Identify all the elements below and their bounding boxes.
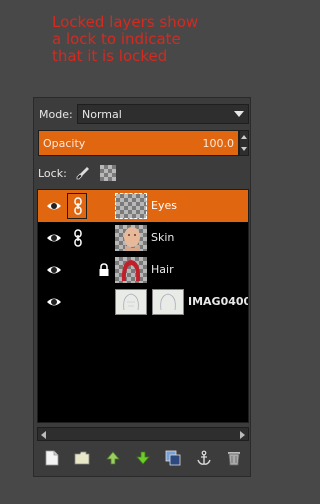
opacity-value: 100.0 [202, 136, 235, 150]
new-layer-icon [45, 450, 59, 466]
chevron-down-icon [234, 111, 244, 117]
delete-layer-button[interactable] [224, 448, 244, 468]
lower-layer-icon [136, 451, 150, 465]
face-sketch-icon [124, 227, 140, 251]
layer-name[interactable]: Skin [151, 231, 174, 244]
new-layer-group-button[interactable] [72, 448, 92, 468]
layer-name[interactable]: Eyes [151, 199, 177, 212]
scroll-left-icon[interactable] [41, 431, 46, 439]
opacity-label: Opacity [43, 136, 86, 150]
spin-down-icon[interactable] [241, 147, 247, 151]
scroll-right-icon[interactable] [240, 431, 245, 439]
lock-icon [99, 263, 109, 276]
duplicate-layer-icon [165, 450, 181, 466]
mode-value: Normal [82, 107, 122, 121]
eye-icon[interactable] [46, 199, 62, 213]
horizontal-scrollbar[interactable] [37, 427, 249, 441]
eye-icon[interactable] [46, 295, 62, 309]
lower-layer-button[interactable] [133, 448, 153, 468]
mode-row: Mode: Normal [37, 102, 249, 126]
mode-label: Mode: [39, 107, 73, 121]
eye-icon[interactable] [46, 263, 62, 277]
layer-row-imag0400[interactable]: IMAG0400 [38, 286, 248, 320]
anchor-layer-icon [196, 450, 211, 465]
layer-group-icon [75, 451, 90, 465]
spin-up-icon[interactable] [241, 135, 247, 139]
layer-mask-thumbnail[interactable] [152, 289, 184, 315]
delete-layer-icon [227, 452, 240, 466]
opacity-slider[interactable]: Opacity 100.0 [38, 130, 239, 156]
raise-layer-icon [105, 451, 120, 465]
layers-dock: Mode: Normal Opacity 100.0 Lock: Eyes Sk… [33, 97, 251, 477]
alpha-checker-icon[interactable] [100, 165, 116, 181]
layer-thumbnail[interactable] [115, 289, 147, 315]
hair-sketch-icon [121, 260, 141, 281]
layer-thumbnail[interactable] [115, 193, 147, 219]
annotation-line-3: that it is locked [52, 47, 168, 65]
raise-layer-button[interactable] [103, 448, 123, 468]
layers-toolbar [37, 446, 249, 470]
layer-row-skin[interactable]: Skin [38, 222, 248, 254]
lock-label: Lock: [38, 166, 67, 180]
chain-icon [74, 197, 82, 215]
lock-row: Lock: [38, 162, 248, 184]
layer-row-hair[interactable]: Hair [38, 254, 248, 286]
layer-name[interactable]: IMAG0400 [188, 295, 248, 308]
duplicate-layer-button[interactable] [163, 448, 183, 468]
new-layer-button[interactable] [42, 448, 62, 468]
mode-select[interactable]: Normal [77, 104, 249, 124]
anchor-layer-button[interactable] [194, 448, 214, 468]
eye-icon[interactable] [46, 231, 62, 245]
layer-row-eyes[interactable]: Eyes [38, 190, 248, 222]
paintbrush-icon[interactable] [76, 166, 90, 180]
annotation-text: Locked layers show a lock to indicate th… [52, 14, 272, 65]
annotation-line-2: a lock to indicate [52, 30, 181, 48]
layer-thumbnail[interactable] [115, 225, 147, 251]
chain-icon[interactable] [72, 229, 84, 247]
layer-thumbnail[interactable] [115, 257, 147, 283]
photo-sketch-icon [123, 293, 139, 311]
photo-sketch-icon [160, 293, 176, 311]
opacity-spin-buttons[interactable] [239, 130, 249, 156]
layer-name[interactable]: Hair [151, 263, 174, 276]
annotation-line-1: Locked layers show [52, 13, 199, 31]
layers-list: Eyes Skin Hair IMAG0400 [37, 189, 249, 423]
